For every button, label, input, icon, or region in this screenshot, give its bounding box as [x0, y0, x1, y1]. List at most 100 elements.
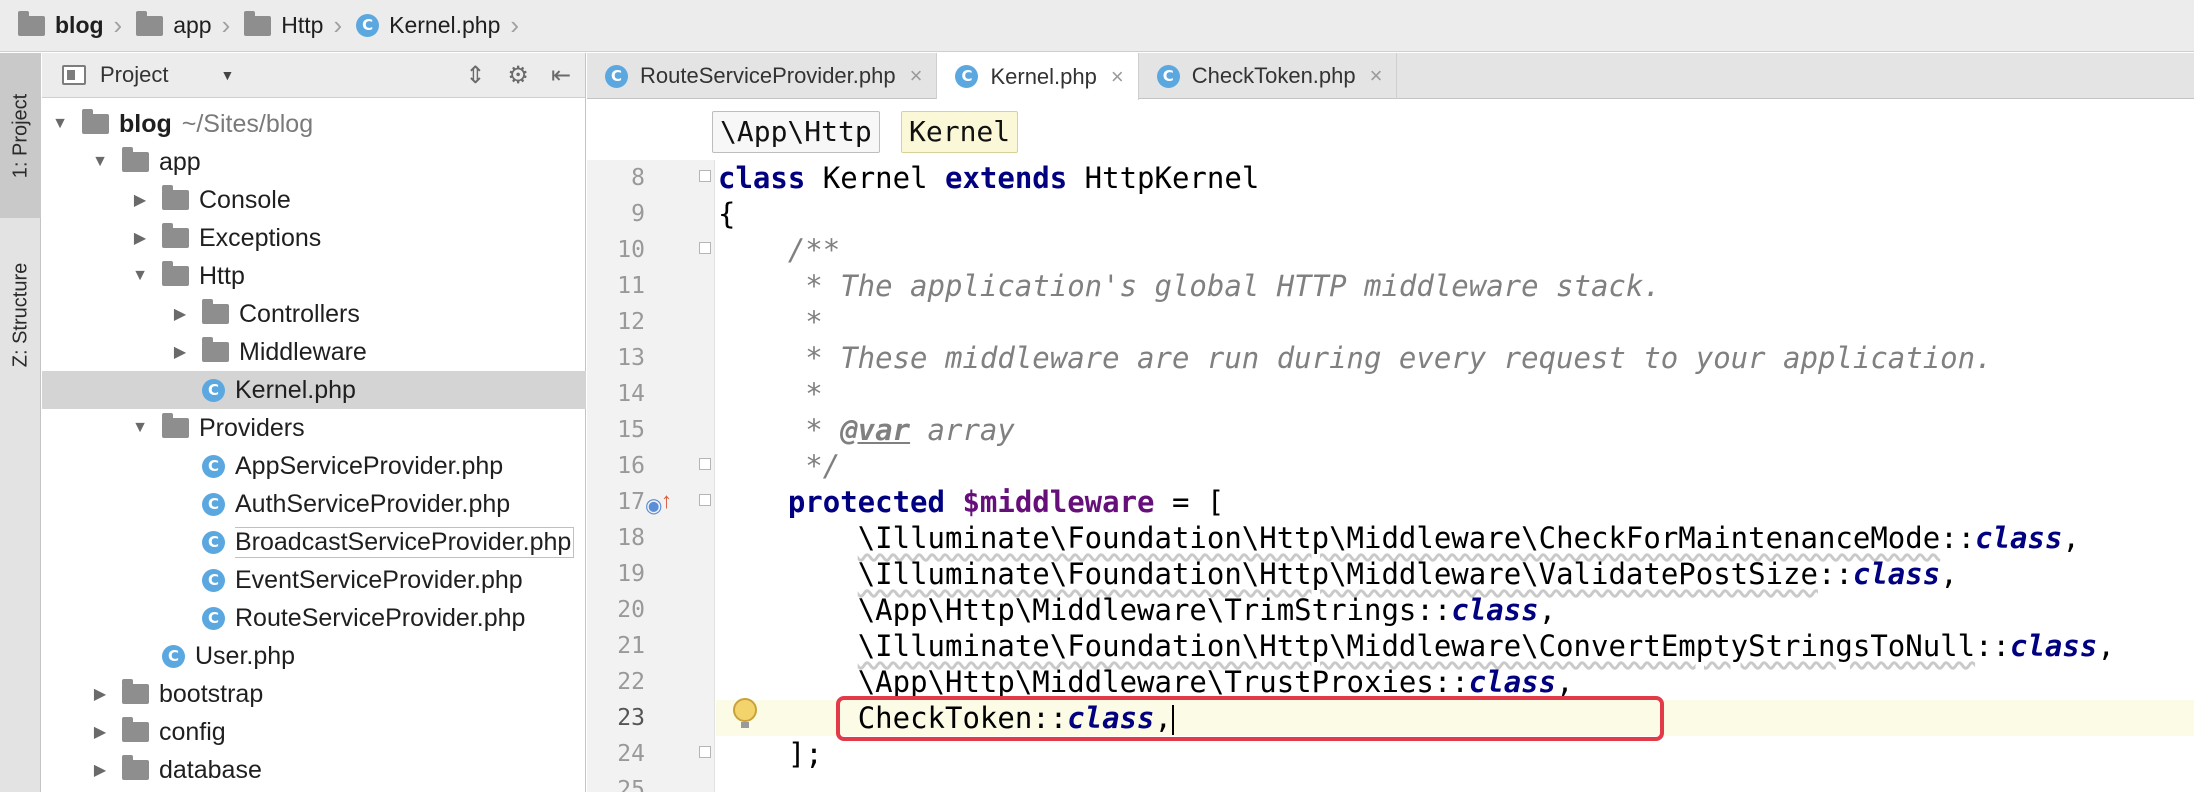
tree-folder-controllers[interactable]: ▶ Controllers: [42, 295, 586, 333]
line-number: 12: [617, 309, 645, 335]
fold-marker-icon[interactable]: [699, 242, 711, 254]
project-view-selector[interactable]: Project: [100, 62, 168, 88]
gear-icon[interactable]: ⚙: [507, 61, 529, 90]
tree-item-label: bootstrap: [159, 679, 264, 708]
keyword: class: [2010, 629, 2098, 663]
fold-marker-icon[interactable]: [699, 170, 711, 182]
project-header-tools: ⇕ ⚙ ⇤: [465, 53, 571, 98]
tab-project-tool[interactable]: 1: Project: [0, 53, 41, 218]
navigation-bar: blog › app › Http › C Kernel.php ›: [0, 0, 2194, 52]
tab-structure-tool[interactable]: Z: Structure: [0, 225, 41, 405]
tree-folder-blog[interactable]: ▼ blog ~/Sites/blog: [42, 105, 586, 143]
expand-right-icon[interactable]: ▶: [90, 760, 110, 780]
fold-marker-icon[interactable]: [699, 494, 711, 506]
tree-folder-bootstrap[interactable]: ▶ bootstrap: [42, 675, 586, 713]
class-crumb[interactable]: Kernel: [901, 111, 1019, 153]
tree-file-authserviceprovider-php[interactable]: ▶CAuthServiceProvider.php: [42, 485, 586, 523]
collapse-all-icon[interactable]: ⇕: [465, 61, 485, 90]
code-line-14: *: [718, 377, 823, 411]
breadcrumb-kernel[interactable]: C Kernel.php ›: [356, 0, 533, 51]
php-class-icon: C: [162, 644, 185, 668]
line-number: 22: [617, 669, 645, 695]
tree-file-user-php[interactable]: ▶CUser.php: [42, 637, 586, 675]
breadcrumb-app[interactable]: app ›: [136, 0, 244, 51]
tree-folder-database[interactable]: ▶ database: [42, 751, 586, 789]
expand-down-icon[interactable]: ▼: [50, 115, 70, 133]
close-icon[interactable]: ×: [1370, 63, 1383, 89]
class-path: \App\Http\Middleware\TrimStrings: [857, 593, 1417, 627]
folder-icon: [244, 10, 272, 36]
tree-folder-exceptions[interactable]: ▶ Exceptions: [42, 219, 586, 257]
close-icon[interactable]: ×: [1111, 64, 1124, 90]
code-text: ::: [1975, 629, 2011, 663]
tree-item-label: Kernel.php: [235, 375, 356, 404]
expand-right-icon[interactable]: ▶: [170, 342, 190, 362]
tree-item-label: AuthServiceProvider.php: [235, 489, 511, 518]
tab-label: RouteServiceProvider.php: [640, 63, 896, 88]
folder-icon: [18, 10, 45, 36]
tab-checktoken[interactable]: C CheckToken.php ×: [1139, 53, 1398, 99]
breadcrumb-label: Http: [281, 12, 324, 38]
tree-item-label: Exceptions: [199, 223, 322, 252]
namespace-crumb[interactable]: \App\Http: [712, 111, 880, 153]
tab-kernel[interactable]: C Kernel.php ×: [937, 53, 1139, 100]
tree-folder-http[interactable]: ▼ Http: [42, 257, 586, 295]
project-view-icon: [62, 65, 86, 85]
arrow-up-icon[interactable]: ↑: [661, 488, 672, 514]
expand-down-icon[interactable]: ▼: [130, 267, 150, 285]
tree-file-kernel-php[interactable]: ▶CKernel.php: [42, 371, 586, 409]
expand-right-icon[interactable]: ▶: [130, 228, 150, 248]
line-number: 20: [617, 597, 645, 623]
hide-panel-icon[interactable]: ⇤: [551, 61, 571, 90]
breadcrumb-blog[interactable]: blog ›: [18, 0, 136, 51]
php-class-icon: C: [605, 64, 628, 88]
tree-folder-middleware[interactable]: ▶ Middleware: [42, 333, 586, 371]
tree-file-appserviceprovider-php[interactable]: ▶CAppServiceProvider.php: [42, 447, 586, 485]
folder-icon: [202, 299, 229, 324]
override-marker-icon[interactable]: ◉: [645, 493, 662, 518]
expand-right-icon[interactable]: ▶: [90, 684, 110, 704]
chevron-right-icon: ›: [510, 10, 520, 40]
chevron-right-icon: ›: [113, 10, 123, 40]
breadcrumb-http[interactable]: Http ›: [244, 0, 356, 51]
close-icon[interactable]: ×: [910, 63, 923, 89]
expand-right-icon[interactable]: ▶: [170, 304, 190, 324]
folder-icon: [162, 223, 189, 248]
tree-folder-app[interactable]: ▼ app: [42, 143, 586, 181]
keyword: class: [718, 161, 806, 195]
expand-down-icon[interactable]: ▼: [130, 419, 150, 437]
php-class-icon: C: [202, 568, 225, 592]
chevron-down-icon[interactable]: ▼: [220, 67, 234, 83]
tree-file-broadcastserviceprovider-php[interactable]: ▶CBroadcastServiceProvider.php: [42, 523, 586, 561]
chevron-right-icon: ›: [333, 10, 343, 40]
tree-item-label: blog: [119, 109, 172, 138]
folder-icon: [162, 261, 189, 286]
keyword: class: [1852, 557, 1941, 591]
expand-right-icon[interactable]: ▶: [130, 190, 150, 210]
code-line-21: \Illuminate\Foundation\Http\Middleware\C…: [718, 628, 2115, 664]
fold-marker-icon[interactable]: [699, 458, 711, 470]
code-text: ::: [1416, 593, 1452, 627]
php-class-icon: C: [955, 65, 979, 88]
code-line-9: {: [718, 197, 736, 231]
tree-folder-providers[interactable]: ▼ Providers: [42, 409, 586, 447]
line-number: 8: [631, 165, 645, 191]
code-line-12: *: [718, 305, 823, 339]
tree-item-label: Http: [199, 261, 245, 290]
tree-folder-config[interactable]: ▶ config: [42, 713, 586, 751]
folder-icon: [136, 10, 164, 36]
tab-routeserviceprovider[interactable]: C RouteServiceProvider.php ×: [587, 53, 938, 99]
expand-down-icon[interactable]: ▼: [90, 153, 110, 171]
tree-folder-console[interactable]: ▶ Console: [42, 181, 586, 219]
lightbulb-icon[interactable]: [733, 698, 757, 728]
expand-right-icon[interactable]: ▶: [90, 722, 110, 742]
code-text: ::: [1817, 557, 1853, 591]
fold-marker-icon[interactable]: [699, 746, 711, 758]
tree-file-eventserviceprovider-php[interactable]: ▶CEventServiceProvider.php: [42, 561, 586, 599]
code-text: *: [718, 413, 841, 447]
tree-file-routeserviceprovider-php[interactable]: ▶CRouteServiceProvider.php: [42, 599, 586, 637]
folder-icon: [122, 755, 149, 780]
